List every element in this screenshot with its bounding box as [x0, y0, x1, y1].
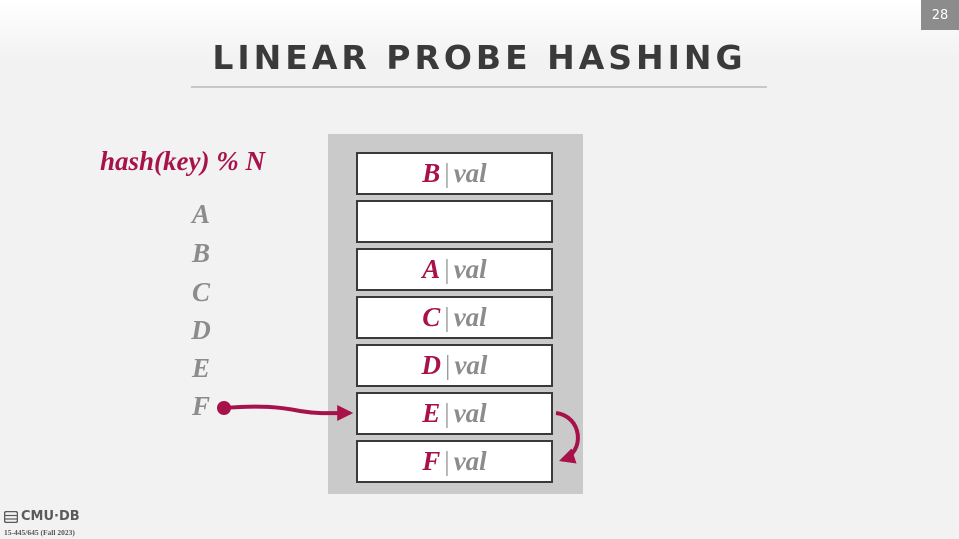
arrows-layer [217, 401, 580, 464]
cmu-db-logo: CMU·DB [4, 509, 80, 524]
logo-text: CMU·DB [21, 509, 80, 524]
course-label: 15-445/645 (Fall 2023) [4, 528, 75, 537]
database-icon [4, 510, 18, 523]
hash-arrow [223, 404, 354, 422]
probe-arrow [555, 411, 580, 464]
